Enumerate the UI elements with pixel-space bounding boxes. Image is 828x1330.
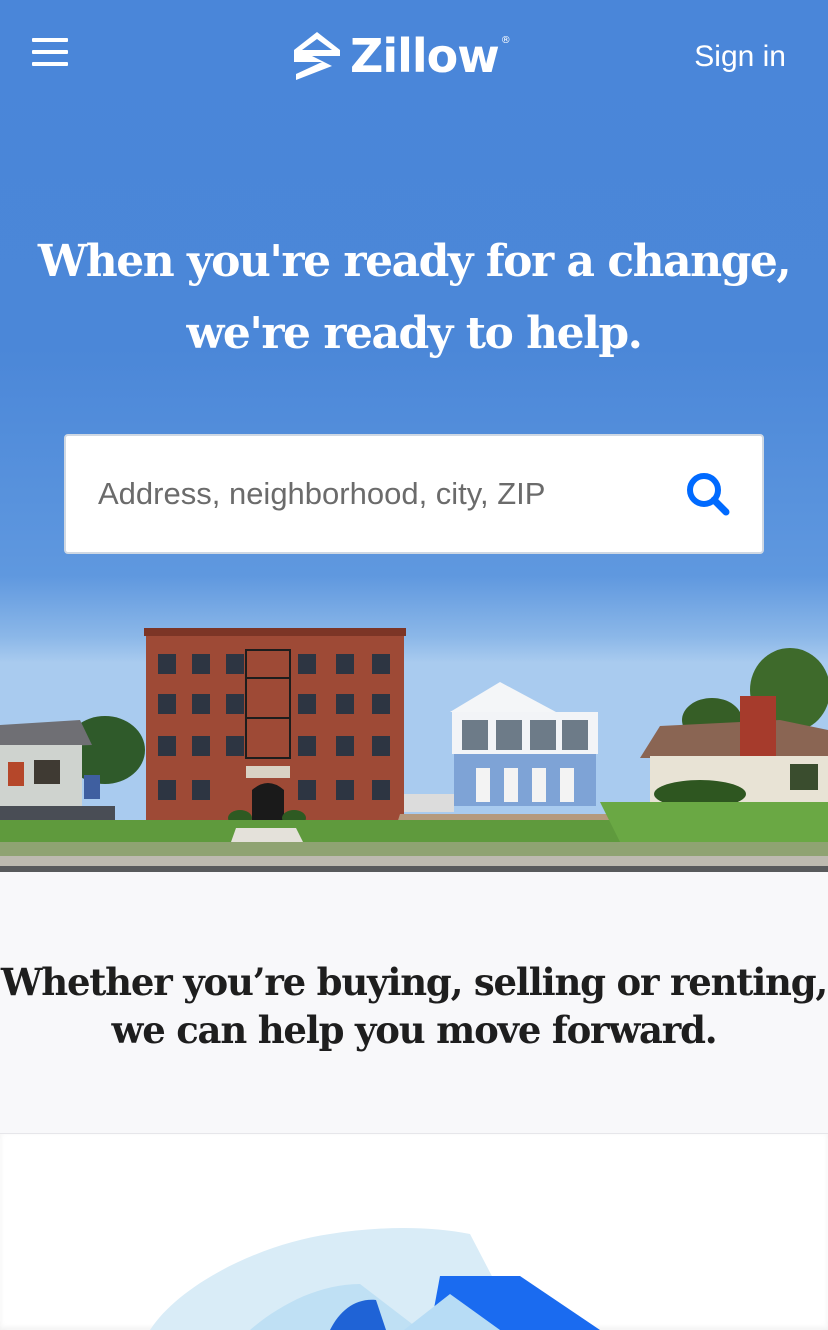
registered-mark: ® — [500, 34, 511, 46]
logo-wordmark: Zillow — [350, 29, 500, 83]
intro-section: Whether you’re buying, selling or rentin… — [0, 872, 828, 1134]
hero-headline-line1: When you're ready for a change, — [37, 236, 792, 287]
hero-banner: Zillow ® Sign in When you're ready for a… — [0, 0, 828, 872]
search-input[interactable] — [98, 476, 698, 512]
sign-in-link[interactable]: Sign in — [694, 40, 786, 74]
intro-heading: Whether you’re buying, selling or rentin… — [0, 958, 828, 1054]
top-bar: Zillow ® Sign in — [0, 0, 828, 110]
hero-headline: When you're ready for a change, we're re… — [0, 226, 828, 370]
intro-heading-line1: Whether you’re buying, selling or rentin… — [0, 960, 828, 1004]
search-icon[interactable] — [684, 470, 732, 518]
zillow-logo[interactable]: Zillow ® — [292, 26, 511, 86]
hero-headline-line2: we're ready to help. — [186, 308, 643, 359]
search-box — [64, 434, 764, 554]
hamburger-menu-icon[interactable] — [28, 34, 72, 70]
intro-heading-line2: we can help you move forward. — [111, 1008, 718, 1052]
zillow-house-logo-icon — [294, 32, 340, 80]
neighborhood-houses-image — [0, 628, 828, 872]
house-illustration-icon — [150, 1228, 600, 1330]
